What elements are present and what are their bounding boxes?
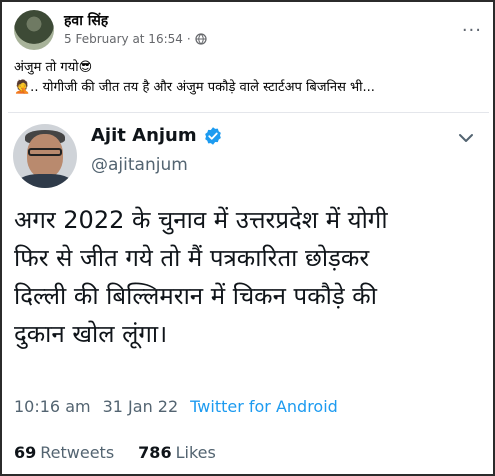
tweet-handle[interactable]: @ajitanjum <box>91 155 188 175</box>
tweet-source-link[interactable]: Twitter for Android <box>190 397 338 416</box>
globe-icon <box>195 33 207 45</box>
caption-line-2: 🤦.. योगीजी की जीत तय है और अंजुम पकौड़े … <box>14 80 375 95</box>
tweet-footer: 10:16 am 31 Jan 22 Twitter for Android <box>14 397 338 416</box>
likes-count: 786 <box>138 443 172 462</box>
more-icon[interactable]: ··· <box>462 20 482 41</box>
caption-line-1: अंजुम तो गयो😎 <box>14 60 93 75</box>
chevron-down-icon[interactable] <box>457 129 475 147</box>
likes-stat[interactable]: 786 Likes <box>138 443 216 462</box>
tweet-text: अगर 2022 के चुनाव में उत्तरप्रदेश में यो… <box>14 201 482 353</box>
author-avatar[interactable] <box>14 10 54 50</box>
tweet-author-label: Ajit Anjum <box>91 125 197 146</box>
post-caption: अंजुम तो गयो😎 🤦.. योगीजी की जीत तय है और… <box>14 58 484 98</box>
likes-label: Likes <box>175 443 216 462</box>
post-timestamp[interactable]: 5 February at 16:54 <box>64 32 183 46</box>
tweet-text-line: दुकान खोल लूंगा। <box>14 320 168 348</box>
tweet-stats: 69 Retweets 786 Likes <box>14 443 216 462</box>
tweet-text-line: फिर से जीत गये तो मैं पत्रकारिता छोड़कर <box>14 244 370 272</box>
screenshot-frame: हवा सिंह 5 February at 16:54 · ··· अंजुम… <box>0 0 495 476</box>
tweet-time[interactable]: 10:16 am <box>14 397 91 416</box>
retweets-count: 69 <box>14 443 37 462</box>
author-name[interactable]: हवा सिंह <box>64 11 108 30</box>
tweet-text-line: अगर 2022 के चुनाव में उत्तरप्रदेश में यो… <box>14 206 388 234</box>
tweet-avatar[interactable] <box>13 124 77 188</box>
post-header: हवा सिंह 5 February at 16:54 · ··· <box>14 10 484 54</box>
verified-icon <box>204 126 221 145</box>
tweet-author-name[interactable]: Ajit Anjum <box>91 125 223 146</box>
tweet-text-line: दिल्ली की बिल्लिमरान में चिकन पकौड़े की <box>14 282 377 310</box>
post-meta: 5 February at 16:54 · <box>64 32 207 46</box>
meta-separator: · <box>186 32 191 46</box>
retweets-stat[interactable]: 69 Retweets <box>14 443 114 462</box>
tweet-date[interactable]: 31 Jan 22 <box>103 397 179 416</box>
retweets-label: Retweets <box>40 443 115 462</box>
tweet-card[interactable]: Ajit Anjum @ajitanjum अगर 2022 के चुनाव … <box>8 112 489 470</box>
